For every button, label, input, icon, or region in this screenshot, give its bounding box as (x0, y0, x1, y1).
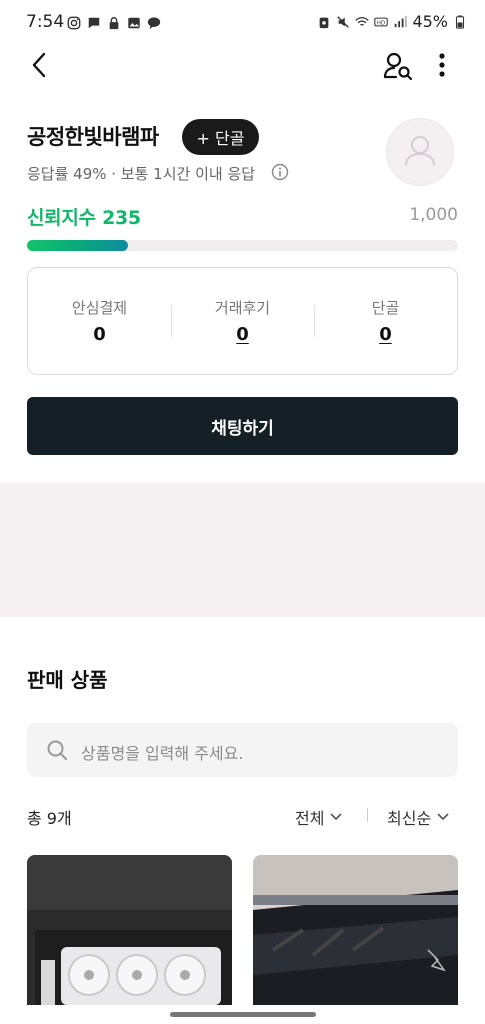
home-indicator[interactable] (170, 1012, 316, 1017)
search-placeholder: 상품명을 입력해 주세요. (81, 744, 244, 763)
filter-separator (367, 808, 368, 822)
product-count: 총 9개 (27, 809, 72, 828)
stat-label: 단골 (371, 299, 400, 317)
stat-label: 안심결제 (71, 299, 128, 317)
section-divider-band (0, 483, 485, 617)
sort-label: 최신순 (387, 809, 432, 828)
chevron-down-icon (330, 813, 343, 821)
chat-bubble-icon (147, 17, 161, 30)
status-time: 7:54 (26, 12, 65, 32)
hd-icon: HD (374, 17, 389, 26)
gallery-icon (128, 17, 140, 29)
trust-progress-fill (27, 240, 128, 251)
back-arrow-icon[interactable] (26, 50, 54, 80)
avatar[interactable] (386, 118, 454, 186)
wifi-icon (355, 16, 370, 26)
product-thumbnail[interactable] (27, 855, 232, 1005)
user-avatar-icon (405, 136, 435, 166)
trust-score: 신뢰지수 235 (27, 203, 141, 230)
stat-regulars[interactable]: 단골 0 (314, 297, 457, 345)
trust-value: 235 (102, 207, 141, 229)
products-title: 판매 상품 (27, 668, 108, 692)
filter-dropdown[interactable]: 전체 (295, 805, 343, 829)
lock-icon (109, 17, 119, 30)
alarm-icon (320, 17, 329, 28)
svg-text:HD: HD (377, 20, 385, 26)
filter-label: 전체 (295, 809, 325, 828)
stat-label: 거래후기 (214, 299, 271, 317)
stat-reviews[interactable]: 거래후기 0 (171, 297, 314, 345)
signal-icon (395, 15, 407, 27)
trust-label: 신뢰지수 (27, 207, 96, 229)
seller-name: 공정한빛바램파 (27, 125, 159, 149)
stat-value[interactable]: 0 (314, 324, 457, 345)
sort-dropdown[interactable]: 최신순 (387, 805, 450, 829)
add-regular-button[interactable]: + 단골 (182, 119, 259, 155)
stat-value[interactable]: 0 (171, 324, 314, 345)
stat-safe-payment[interactable]: 안심결제 0 (28, 297, 171, 345)
battery-percent: 45% (412, 12, 448, 31)
status-bar: 7:54 HD 45% (0, 0, 485, 44)
user-search-icon[interactable] (382, 50, 414, 82)
chat-button[interactable]: 채팅하기 (27, 397, 458, 455)
response-info: 응답률 49% · 보통 1시간 이내 응답 (27, 165, 256, 183)
more-vertical-icon[interactable] (430, 50, 454, 82)
gpu-black-photo (253, 855, 458, 1005)
mute-icon (337, 15, 350, 28)
stat-value: 0 (93, 324, 106, 345)
gpu-white-photo (27, 855, 232, 1005)
product-thumbnail[interactable] (253, 855, 458, 1005)
trust-max: 1,000 (409, 205, 458, 225)
chevron-down-icon (437, 813, 449, 821)
search-icon (47, 740, 67, 760)
notification-icons (67, 14, 161, 32)
instagram-icon (67, 16, 81, 30)
battery-icon (455, 14, 465, 29)
info-icon[interactable] (271, 163, 289, 181)
system-icons: HD 45% (317, 12, 467, 31)
message-icon (88, 17, 100, 29)
